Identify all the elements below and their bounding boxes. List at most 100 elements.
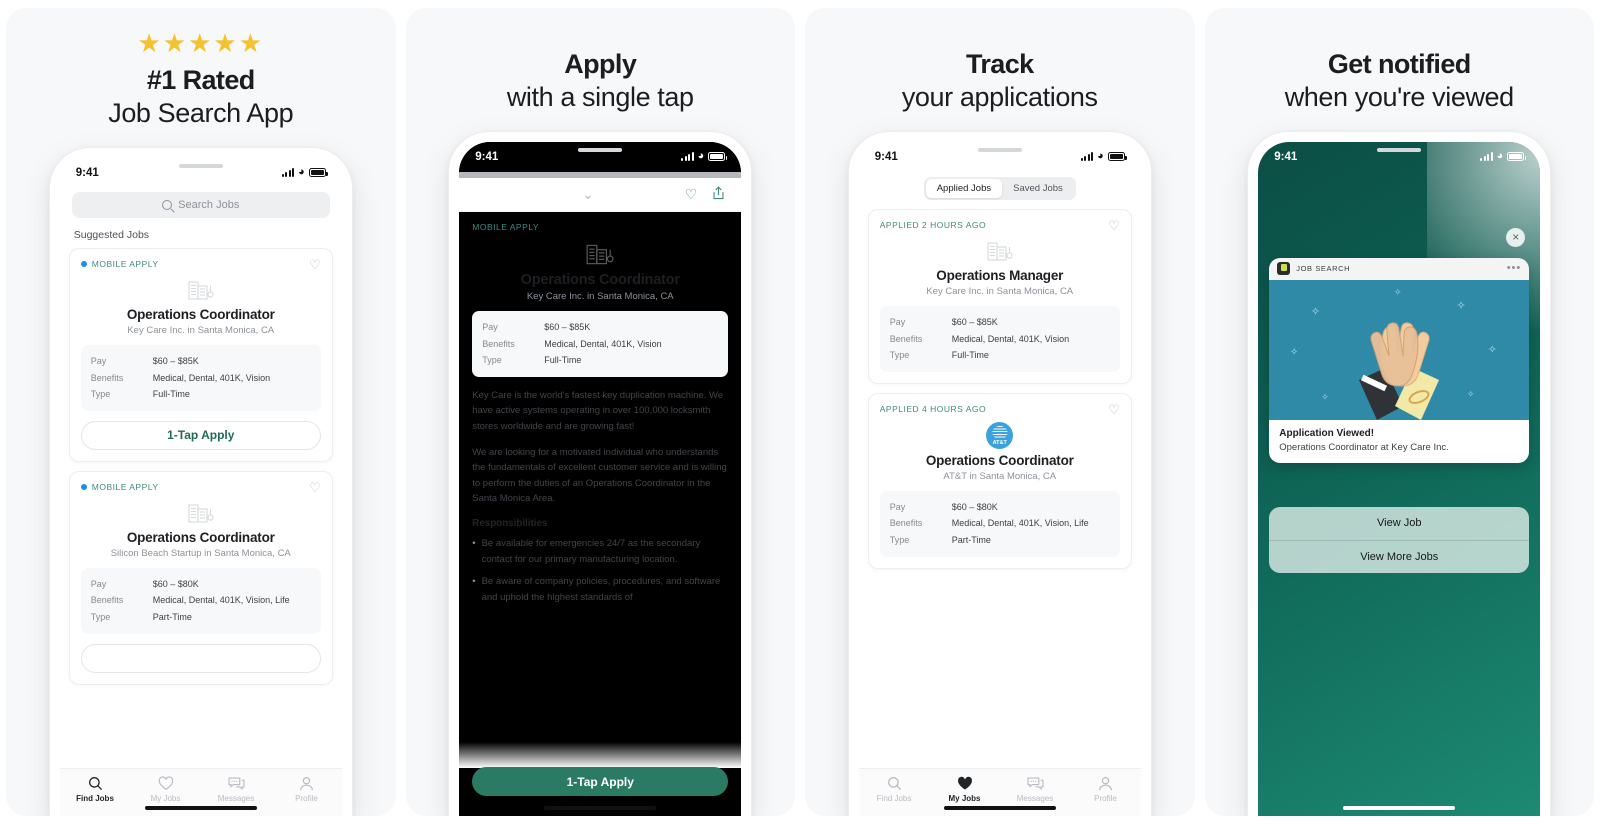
profile-icon [1070, 775, 1141, 791]
tab-profile[interactable]: Profile [271, 775, 342, 803]
phone-mockup-4: 9:41 ◕ × JOB SEARCH ••• ✧ ✧ ✧ ✧ ✧ ✧ ✧ Ap… [1248, 131, 1551, 816]
status-icons: ◕ [1080, 150, 1127, 163]
meta-key: Type [90, 612, 111, 623]
job-title: Operations Manager [936, 267, 1064, 283]
meta-key: Pay [889, 316, 906, 327]
meta-value: $60 – $85K [152, 355, 199, 366]
meta-key: Benefits [90, 372, 124, 383]
applied-job-list[interactable]: APPLIED 2 HOURS AGO ♡ Operations Manager… [859, 208, 1141, 768]
notification-title: Application Viewed! [1279, 427, 1375, 439]
job-list[interactable]: MOBILE APPLY ♡ Operations Coordinator Ke… [60, 247, 342, 768]
search-icon [859, 775, 930, 791]
detail-actions[interactable]: ♡ [685, 186, 726, 203]
meta-key: Type [482, 355, 502, 366]
job-card[interactable]: MOBILE APPLY ♡ [68, 247, 333, 462]
segmented-control[interactable]: Applied Jobs Saved Jobs [923, 176, 1076, 200]
headline-bold: Get notified [1327, 49, 1471, 79]
responsibility-text: Be available for emergencies 24/7 as the… [481, 538, 701, 565]
status-time: 9:41 [874, 150, 898, 163]
tab-profile[interactable]: Profile [1070, 775, 1141, 803]
meta-value: $60 – $85K [951, 316, 998, 327]
save-job-heart-icon[interactable]: ♡ [685, 186, 698, 203]
cellular-signal-icon [1080, 152, 1094, 162]
job-meta: Pay $60 – $80K Benefits Medical, Dental, 4… [879, 490, 1120, 557]
job-card[interactable]: APPLIED 2 HOURS AGO ♡ Operations Manager… [867, 208, 1132, 384]
job-company: Key Care Inc. in Santa Monica, CA [526, 290, 674, 302]
notification-actions[interactable]: View Job View More Jobs [1269, 506, 1530, 573]
view-job-button[interactable]: View Job [1269, 506, 1530, 540]
speaker-grill [578, 147, 623, 152]
phone-screen-applied-jobs: 9:41 ◕ Applied Jobs Saved Jobs APPLIED 2… [858, 141, 1141, 816]
headline-light: with a single tap [506, 81, 694, 112]
phone-mockup-3: 9:41 ◕ Applied Jobs Saved Jobs APPLIED 2… [848, 131, 1151, 816]
push-notification-card[interactable]: JOB SEARCH ••• ✧ ✧ ✧ ✧ ✧ ✧ ✧ Application… [1269, 257, 1530, 463]
meta-value: Medical, Dental, 401K, Vision [152, 372, 271, 383]
messages-icon [1000, 775, 1071, 791]
panel-headline: Apply with a single tap [406, 48, 796, 114]
tab-my-jobs[interactable]: My Jobs [130, 775, 201, 803]
more-options-icon[interactable]: ••• [1507, 263, 1522, 274]
segment-saved-jobs[interactable]: Saved Jobs [1002, 179, 1074, 198]
headline-bold: Track [965, 49, 1034, 79]
speaker-grill [977, 147, 1022, 152]
status-bar: 9:41 ◕ [60, 158, 342, 188]
wifi-icon: ◕ [697, 150, 705, 163]
panel-headline: Track your applications [805, 48, 1195, 114]
one-tap-apply-button[interactable]: 1-Tap Apply [472, 767, 729, 796]
headline-bold: #1 Rated [146, 65, 255, 95]
app-name: JOB SEARCH [1296, 264, 1351, 274]
view-more-jobs-button[interactable]: View More Jobs [1269, 539, 1530, 573]
job-title: Operations Coordinator [925, 452, 1074, 468]
job-title: Operations Coordinator [126, 306, 275, 322]
search-input[interactable]: Search Jobs [71, 191, 330, 218]
apply-button-container: 1-Tap Apply [472, 757, 729, 796]
meta-key: Pay [90, 355, 107, 366]
close-icon[interactable]: × [1506, 227, 1526, 247]
tab-label: Find Jobs [876, 794, 912, 803]
job-meta: Pay $60 – $80K Benefits Medical, Dental, 4… [80, 567, 321, 634]
status-bar: 9:41 ◕ [859, 142, 1141, 172]
heart-icon [929, 775, 1000, 791]
responsibility-item: • Be available for emergencies 24/7 as th… [472, 536, 728, 567]
save-job-heart-icon[interactable]: ♡ [309, 258, 321, 271]
tab-label: Messages [1016, 794, 1054, 803]
app-icon [1277, 262, 1291, 276]
phone-mockup-1: 9:41 ◕ Search Jobs Suggested Jobs MOBILE… [49, 147, 352, 816]
meta-value: $60 – $80K [152, 578, 199, 589]
save-job-heart-icon[interactable]: ♡ [1108, 219, 1120, 232]
job-card[interactable]: MOBILE APPLY ♡ [68, 470, 333, 685]
tab-find-jobs[interactable]: Find Jobs [60, 775, 131, 803]
status-dot-icon [80, 261, 87, 268]
save-job-heart-icon[interactable]: ♡ [1108, 403, 1120, 416]
meta-value: Full-Time [544, 355, 582, 366]
applied-badge: APPLIED 4 HOURS AGO [880, 404, 986, 414]
home-indicator [943, 806, 1056, 810]
share-icon[interactable] [712, 186, 725, 203]
job-detail-body[interactable]: MOBILE APPLY Operations Coordinator Key … [459, 212, 741, 816]
detail-toolbar[interactable]: ⌄ ♡ [459, 177, 742, 212]
chevron-down-icon[interactable]: ⌄ [582, 186, 594, 203]
status-icons: ◕ [281, 167, 328, 178]
tab-find-jobs[interactable]: Find Jobs [859, 775, 930, 803]
responsibility-item: • Be aware of company policies, procedure… [472, 574, 728, 605]
screenshot-gallery: ★★★★★ #1 Rated Job Search App 9:41 ◕ Sea… [0, 0, 1600, 824]
wifi-icon: ◕ [1097, 150, 1104, 163]
company-building-icon [81, 278, 321, 302]
headline-light: when you're viewed [1284, 81, 1514, 112]
tab-messages[interactable]: Messages [201, 775, 272, 803]
notification-body: Application Viewed! Operations Coordinat… [1269, 419, 1530, 463]
wifi-icon: ◕ [1496, 150, 1504, 163]
status-icons: ◕ [681, 150, 728, 163]
job-card[interactable]: APPLIED 4 HOURS AGO ♡ AT&T Operations Co… [867, 392, 1132, 569]
tab-my-jobs[interactable]: My Jobs [929, 775, 1000, 803]
battery-icon [1507, 152, 1527, 162]
phone-screen-job-detail: 9:41 ◕ ⌄ ♡ MOBILE APPLY Operations Coord… [459, 141, 742, 816]
one-tap-apply-button[interactable]: 1-Tap Apply [80, 420, 321, 450]
segment-applied-jobs[interactable]: Applied Jobs [925, 178, 1003, 198]
headline-light: Job Search App [108, 97, 294, 128]
tab-label: My Jobs [948, 794, 981, 803]
att-logo: AT&T [986, 421, 1014, 449]
one-tap-apply-button[interactable] [80, 643, 321, 673]
save-job-heart-icon[interactable]: ♡ [309, 481, 321, 494]
tab-messages[interactable]: Messages [1000, 775, 1071, 803]
